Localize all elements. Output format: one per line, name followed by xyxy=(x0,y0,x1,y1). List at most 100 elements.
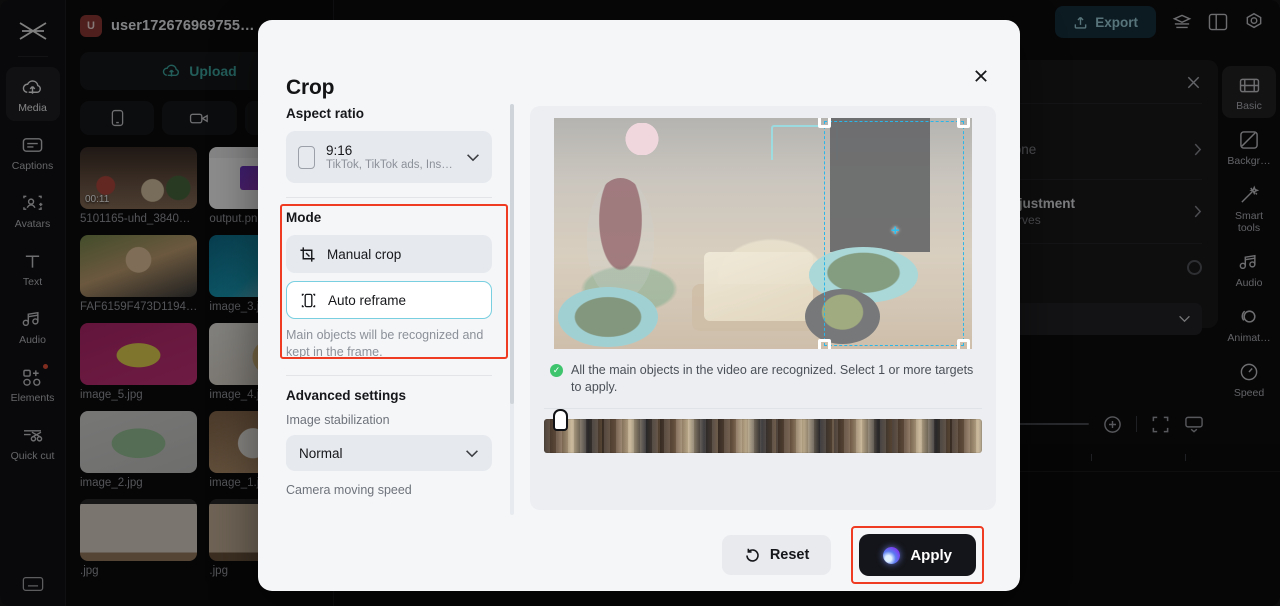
auto-reframe-label: Auto reframe xyxy=(328,292,407,308)
layers-icon xyxy=(1172,14,1192,28)
crop-handle-top-right[interactable] xyxy=(956,118,970,129)
sidebar-label-elements: Elements xyxy=(10,392,55,404)
media-thumbnail-image xyxy=(80,411,198,473)
tool-item-smart-tools[interactable]: Smart tools xyxy=(1222,176,1276,240)
close-icon xyxy=(975,70,987,82)
background-icon xyxy=(1239,129,1259,151)
reset-label: Reset xyxy=(769,547,810,563)
sidebar-label-audio: Audio xyxy=(19,334,46,346)
filmstrip-wrapper xyxy=(544,409,982,453)
manual-crop-button[interactable]: Manual crop xyxy=(286,235,492,273)
aspect-ratio-section-title: Aspect ratio xyxy=(286,106,365,121)
display-icon xyxy=(1185,416,1203,433)
animation-icon xyxy=(1239,306,1259,328)
media-item[interactable]: FAF6159F473D1194… xyxy=(80,235,198,313)
app-root: Media Captions Avatars Text Audio Elemen… xyxy=(0,0,1280,606)
crop-handle-top-left[interactable] xyxy=(817,118,831,129)
playhead-handle[interactable] xyxy=(553,409,568,431)
auto-reframe-icon xyxy=(300,292,317,309)
tool-label-basic: Basic xyxy=(1236,100,1262,112)
export-icon xyxy=(1074,16,1087,29)
crop-selection-rect[interactable]: + xyxy=(817,118,970,349)
magic-wand-icon xyxy=(1239,184,1259,206)
audio-note-icon xyxy=(1239,251,1260,273)
media-thumbnail[interactable] xyxy=(80,499,198,561)
captions-icon xyxy=(22,134,43,156)
media-thumbnail[interactable] xyxy=(80,411,198,473)
controls-divider xyxy=(1136,416,1137,432)
media-thumbnail-image xyxy=(80,323,198,385)
sidebar-item-captions[interactable]: Captions xyxy=(6,125,60,179)
mode-hint-text: Main objects will be recognized and kept… xyxy=(286,328,484,359)
tool-item-animation[interactable]: Animat… xyxy=(1222,298,1276,350)
filter-chip-video[interactable] xyxy=(162,101,237,135)
dialog-footer: Reset Apply xyxy=(258,519,1020,591)
sidebar-item-audio[interactable]: Audio xyxy=(6,299,60,353)
camera-moving-speed-label: Camera moving speed xyxy=(286,483,412,497)
dialog-body: Aspect ratio 9:16 TikTok, TikTok ads, In… xyxy=(258,96,1020,519)
media-thumbnail[interactable]: 00:11 xyxy=(80,147,198,209)
media-thumbnail-image xyxy=(80,235,198,297)
quick-cut-icon xyxy=(22,424,43,446)
fit-to-screen-button[interactable] xyxy=(1151,415,1170,434)
media-item[interactable]: .jpg xyxy=(80,499,198,577)
settings-button[interactable] xyxy=(1244,12,1264,32)
zoom-in-button[interactable] xyxy=(1103,415,1122,434)
cloud-upload-icon xyxy=(163,64,180,77)
crop-handle-bottom-left[interactable] xyxy=(817,338,831,349)
tool-label-audio: Audio xyxy=(1235,277,1263,289)
sidebar-item-text[interactable]: Text xyxy=(6,241,60,295)
apply-button[interactable]: Apply xyxy=(859,534,976,576)
chevron-down-icon xyxy=(466,449,478,457)
blend-reset-icon[interactable] xyxy=(1187,260,1202,275)
chevron-right-icon xyxy=(1193,142,1202,157)
media-thumbnail[interactable] xyxy=(80,323,198,385)
sidebar-label-text: Text xyxy=(22,276,43,288)
sidebar-label-quick-cut: Quick cut xyxy=(10,450,55,462)
filmstrip-track[interactable] xyxy=(544,419,982,453)
image-stabilization-select[interactable]: Normal xyxy=(286,435,492,471)
reset-button[interactable]: Reset xyxy=(721,535,832,575)
settings-scrollbar-thumb[interactable] xyxy=(510,104,514,404)
text-icon xyxy=(23,250,42,272)
media-filename: image_2.jpg xyxy=(80,477,143,489)
filter-chip-device[interactable] xyxy=(80,101,155,135)
properties-close-button[interactable] xyxy=(1185,74,1202,91)
media-item[interactable]: image_5.jpg xyxy=(80,323,198,401)
elements-icon xyxy=(22,366,43,388)
settings-divider-2 xyxy=(286,375,492,376)
crop-handle-bottom-right[interactable] xyxy=(956,338,970,349)
audio-icon xyxy=(22,308,43,330)
media-thumbnail[interactable] xyxy=(80,235,198,297)
video-preview[interactable]: + xyxy=(554,118,972,349)
display-options-button[interactable] xyxy=(1184,415,1204,434)
user-name: user172676969755… xyxy=(111,18,255,34)
sidebar-item-quick-cut[interactable]: Quick cut xyxy=(6,415,60,469)
avatar: U xyxy=(80,15,102,37)
sidebar-item-elements[interactable]: Elements xyxy=(6,357,60,411)
dialog-close-button[interactable] xyxy=(968,63,994,89)
settings-divider-1 xyxy=(286,197,492,198)
aspect-ratio-select[interactable]: 9:16 TikTok, TikTok ads, Instagra… xyxy=(286,131,492,183)
manual-crop-icon xyxy=(299,246,316,263)
sidebar-item-media[interactable]: Media xyxy=(5,67,60,121)
tool-item-basic[interactable]: Basic xyxy=(1222,66,1276,118)
add-target-icon[interactable]: + xyxy=(891,222,900,239)
sidebar-label-captions: Captions xyxy=(11,160,54,172)
media-item[interactable]: 00:11 5101165-uhd_3840… xyxy=(80,147,198,225)
tool-item-audio[interactable]: Audio xyxy=(1222,243,1276,295)
layout-button[interactable] xyxy=(1208,13,1228,31)
sidebar-item-avatars[interactable]: Avatars xyxy=(6,183,60,237)
tool-item-speed[interactable]: Speed xyxy=(1222,353,1276,405)
auto-reframe-button[interactable]: Auto reframe xyxy=(286,281,492,319)
media-duration-badge: 00:11 xyxy=(85,194,110,205)
avatar-icon xyxy=(22,192,43,214)
phone-icon xyxy=(111,109,123,127)
recognition-status: ✓ All the main objects in the video are … xyxy=(544,349,982,408)
layers-button[interactable] xyxy=(1172,13,1192,32)
tool-item-background[interactable]: Backgr… xyxy=(1222,121,1276,173)
keyboard-shortcuts-button[interactable] xyxy=(0,576,66,592)
plus-circle-icon xyxy=(1104,415,1121,433)
export-button[interactable]: Export xyxy=(1055,6,1156,38)
media-item[interactable]: image_2.jpg xyxy=(80,411,198,489)
